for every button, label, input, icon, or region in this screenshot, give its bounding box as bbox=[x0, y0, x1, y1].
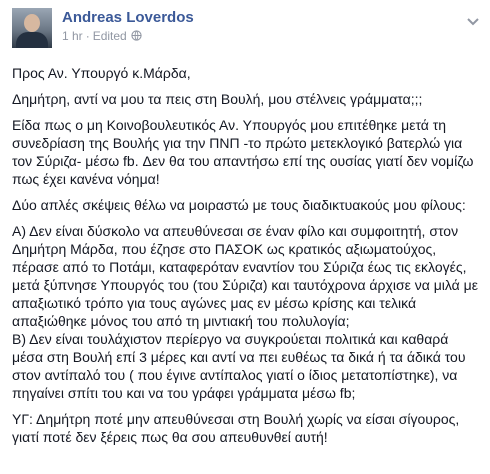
post-paragraph: ΥΓ: Δημήτρη ποτέ μην απευθύνεσαι στη Βου… bbox=[12, 411, 460, 445]
post-time[interactable]: 1 hr bbox=[62, 29, 83, 43]
post-header: Andreas Loverdos 1 hr · Edited bbox=[12, 8, 482, 56]
edited-label[interactable]: Edited bbox=[93, 29, 127, 43]
facebook-post: Andreas Loverdos 1 hr · Edited Προς Αν. Υπ… bbox=[0, 0, 490, 474]
post-paragraph: Δημήτρη, αντί να μου τα πεις στη Βουλή, … bbox=[12, 91, 423, 107]
author-avatar[interactable] bbox=[12, 8, 52, 48]
post-paragraph: Δύο απλές σκέψεις θέλω να μοιραστώ με το… bbox=[12, 197, 466, 213]
chevron-down-icon[interactable] bbox=[466, 14, 480, 32]
author-name[interactable]: Andreas Loverdos bbox=[62, 9, 194, 26]
post-content: Προς Αν. Υπουργό κ.Μάρδα, Δημήτρη, αντί … bbox=[12, 64, 482, 454]
separator-dot: · bbox=[85, 29, 90, 43]
globe-icon bbox=[131, 30, 142, 44]
post-paragraph: Προς Αν. Υπουργό κ.Μάρδα, bbox=[12, 65, 191, 81]
post-paragraph: Είδα πως ο μη Κοινοβουλευτικός Αν. Υπουρ… bbox=[12, 117, 474, 187]
post-paragraph: Β) Δεν είναι τουλάχιστον περίεργο να συγ… bbox=[12, 331, 466, 401]
post-meta: 1 hr · Edited bbox=[62, 29, 142, 44]
post-paragraph: Α) Δεν είναι δύσκολο να απευθύνεσαι σε έ… bbox=[12, 223, 478, 329]
